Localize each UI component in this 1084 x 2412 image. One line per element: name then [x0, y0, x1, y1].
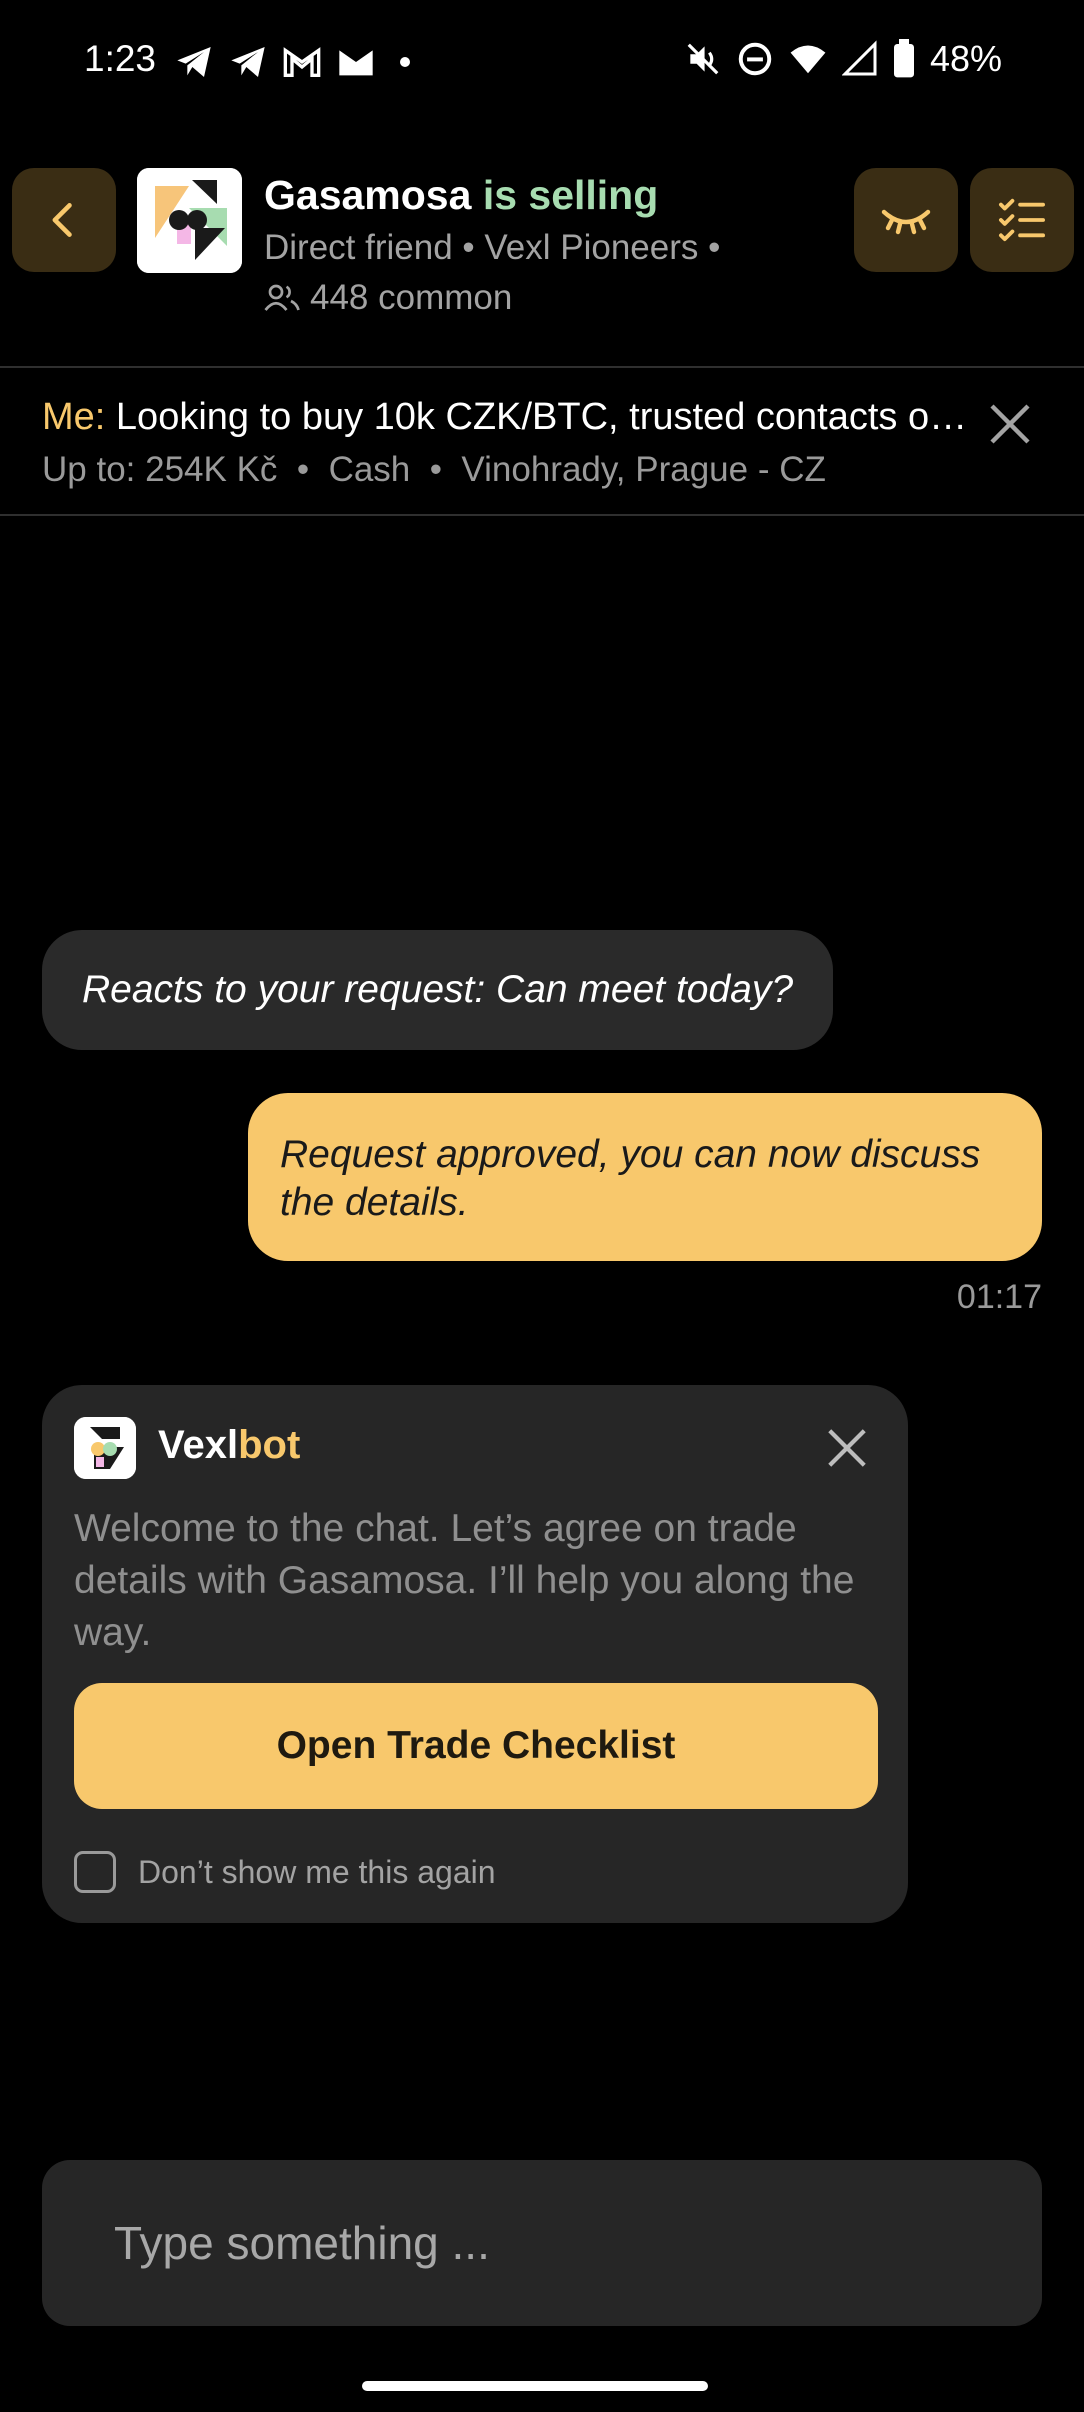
trade-checklist-button[interactable]	[970, 168, 1074, 272]
checklist-icon	[999, 198, 1046, 242]
wifi-icon	[790, 45, 826, 74]
dont-show-again-label[interactable]: Don’t show me this again	[138, 1854, 496, 1891]
eye-closed-icon	[881, 209, 931, 235]
offer-meta: Up to: 254K Kč • Cash • Vinohrady, Pragu…	[42, 450, 826, 489]
dnd-icon	[738, 42, 772, 76]
contact-title: Gasamosa is selling	[264, 172, 658, 219]
notification-icons	[174, 42, 420, 82]
chevron-left-icon	[52, 203, 72, 237]
user-avatar[interactable]	[137, 168, 242, 273]
system-icons: 48%	[684, 38, 1002, 80]
people-icon	[264, 284, 300, 311]
dot-icon	[400, 57, 410, 67]
message-input-container	[42, 2160, 1042, 2326]
common-count: 448 common	[310, 278, 513, 317]
status-time: 1:23	[84, 38, 157, 79]
gmail-icon	[283, 47, 321, 77]
offer-status: is selling	[482, 172, 659, 218]
battery-icon	[893, 39, 914, 78]
battery-level: 48%	[929, 38, 1002, 79]
vexlbot-name: Vexlbot	[158, 1423, 300, 1468]
offer-prefix: Me:	[42, 396, 106, 438]
vexlbot-avatar	[74, 1417, 136, 1479]
incoming-message: Reacts to your request: Can meet today?	[42, 930, 834, 1050]
offer-divider	[0, 514, 1084, 516]
vexlbot-name-part2: bot	[238, 1423, 301, 1467]
vexlbot-name-part1: Vexl	[158, 1423, 239, 1467]
contact-name: Gasamosa	[264, 172, 472, 218]
close-icon[interactable]	[824, 1425, 870, 1471]
offer-text: Looking to buy 10k CZK/BTC, trusted cont…	[115, 396, 972, 438]
chat-header: Gasamosa is selling Direct friend • Vexl…	[0, 160, 1084, 360]
dont-show-again-checkbox[interactable]	[74, 1851, 116, 1893]
offer-banner[interactable]: Me: Looking to buy 10k CZK/BTC, trusted …	[0, 370, 1084, 514]
home-indicator[interactable]	[362, 2381, 708, 2391]
outgoing-message: Request approved, you can now discuss th…	[248, 1093, 1042, 1261]
common-friends: 448 common	[264, 278, 512, 318]
message-time: 01:17	[956, 1278, 1042, 1316]
telegram-icon	[177, 47, 211, 77]
telegram-icon	[231, 47, 265, 77]
close-icon[interactable]	[986, 400, 1034, 448]
signal-icon	[841, 40, 877, 76]
status-bar: 1:23 48%	[0, 0, 1084, 126]
vexlbot-message: Welcome to the chat. Let’s agree on trad…	[74, 1507, 855, 1654]
open-trade-checklist-button[interactable]: Open Trade Checklist	[74, 1683, 878, 1809]
hide-button[interactable]	[854, 168, 958, 272]
header-divider	[0, 366, 1084, 368]
message-input[interactable]	[114, 2160, 1014, 2326]
contact-subtitle: Direct friend • Vexl Pioneers •	[264, 228, 721, 267]
mute-icon	[687, 43, 719, 75]
vexlbot-card: Vexlbot Welcome to the chat. Let’s agree…	[42, 1385, 908, 1923]
offer-title: Me: Looking to buy 10k CZK/BTC, trusted …	[42, 396, 972, 439]
gmail-icon	[339, 50, 373, 76]
back-button[interactable]	[12, 168, 116, 272]
